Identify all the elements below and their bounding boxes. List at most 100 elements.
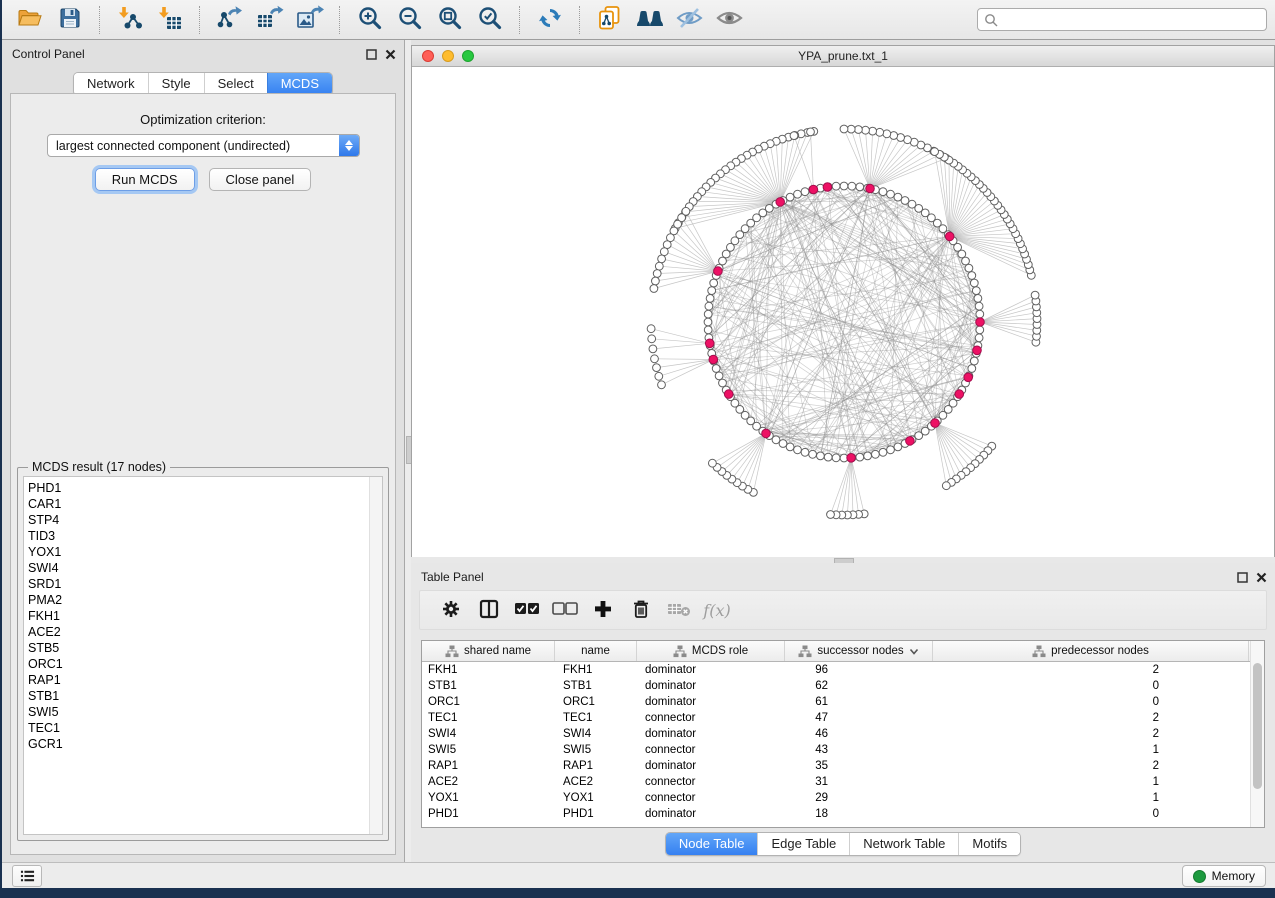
table-row[interactable]: PHD1PHD1dominator180 bbox=[422, 806, 1251, 822]
cell-shared_name: TEC1 bbox=[422, 712, 555, 724]
column-header-mcds_role[interactable]: MCDS role bbox=[637, 641, 785, 661]
mcds-result-list[interactable]: PHD1CAR1STP4TID3YOX1SWI4SRD1PMA2FKH1ACE2… bbox=[23, 476, 383, 835]
mcds-result-node[interactable]: FKH1 bbox=[24, 608, 382, 624]
mcds-result-node[interactable]: PHD1 bbox=[24, 480, 382, 496]
table-row[interactable]: RAP1RAP1dominator352 bbox=[422, 758, 1251, 774]
zoom-selected-button[interactable] bbox=[470, 3, 510, 37]
mcds-result-node[interactable]: ORC1 bbox=[24, 656, 382, 672]
network-graph[interactable] bbox=[412, 67, 1274, 557]
zoom-in-button[interactable] bbox=[350, 3, 390, 37]
search-field[interactable] bbox=[977, 8, 1267, 31]
mcds-result-node[interactable]: TEC1 bbox=[24, 720, 382, 736]
column-header-predecessor_nodes[interactable]: predecessor nodes bbox=[933, 641, 1249, 661]
import-network-button[interactable] bbox=[110, 3, 150, 37]
mcds-list-scrollbar[interactable] bbox=[369, 477, 382, 834]
mcds-result-node[interactable]: SWI4 bbox=[24, 560, 382, 576]
table-row[interactable]: YOX1YOX1connector291 bbox=[422, 790, 1251, 806]
mcds-result-node[interactable]: YOX1 bbox=[24, 544, 382, 560]
table-mode-button[interactable] bbox=[432, 594, 470, 626]
cell-predecessor_nodes: 2 bbox=[933, 728, 1249, 740]
cell-successor_nodes: 46 bbox=[785, 728, 933, 740]
import-table-button[interactable] bbox=[150, 3, 190, 37]
add-column-button[interactable] bbox=[584, 594, 622, 626]
main-toolbar bbox=[2, 0, 1275, 40]
select-all-button[interactable] bbox=[508, 594, 546, 626]
tab-select[interactable]: Select bbox=[204, 73, 267, 95]
column-header-name[interactable]: name bbox=[555, 641, 637, 661]
show-panels-button[interactable] bbox=[12, 865, 42, 887]
first-neighbors-button[interactable] bbox=[630, 3, 670, 37]
network-window-titlebar[interactable]: YPA_prune.txt_1 bbox=[412, 46, 1274, 67]
cell-successor_nodes: 47 bbox=[785, 712, 933, 724]
mcds-result-node[interactable]: STB1 bbox=[24, 688, 382, 704]
float-table-panel-icon[interactable] bbox=[1237, 570, 1248, 588]
node-table[interactable]: shared namenameMCDS rolesuccessor nodesp… bbox=[421, 640, 1265, 828]
table-row[interactable]: SWI5SWI5connector431 bbox=[422, 742, 1251, 758]
zoom-fit-button[interactable] bbox=[430, 3, 470, 37]
zoom-out-button[interactable] bbox=[390, 3, 430, 37]
mcds-hub-node bbox=[866, 184, 875, 193]
show-all-button[interactable] bbox=[710, 3, 750, 37]
mcds-hub-node bbox=[955, 390, 964, 399]
tab-edge-table[interactable]: Edge Table bbox=[757, 833, 849, 855]
close-panel-icon[interactable] bbox=[385, 47, 396, 65]
criterion-dropdown[interactable]: largest connected component (undirected) bbox=[47, 134, 360, 157]
table-row[interactable]: FKH1FKH1dominator962 bbox=[422, 662, 1251, 678]
mcds-result-node[interactable]: SWI5 bbox=[24, 704, 382, 720]
hide-selected-button[interactable] bbox=[670, 3, 710, 37]
run-mcds-button[interactable]: Run MCDS bbox=[95, 168, 195, 191]
refresh-layout-button[interactable] bbox=[530, 3, 570, 37]
cell-successor_nodes: 31 bbox=[785, 776, 933, 788]
table-row[interactable]: SWI4SWI4dominator462 bbox=[422, 726, 1251, 742]
table-row[interactable]: ORC1ORC1dominator610 bbox=[422, 694, 1251, 710]
table-row[interactable]: STB1STB1dominator620 bbox=[422, 678, 1251, 694]
column-header-successor_nodes[interactable]: successor nodes bbox=[785, 641, 933, 661]
mcds-result-node[interactable]: GCR1 bbox=[24, 736, 382, 752]
tab-motifs[interactable]: Motifs bbox=[958, 833, 1020, 855]
mcds-result-node[interactable]: CAR1 bbox=[24, 496, 382, 512]
mcds-result-node[interactable]: STP4 bbox=[24, 512, 382, 528]
column-header-shared_name[interactable]: shared name bbox=[422, 641, 555, 661]
cell-predecessor_nodes: 2 bbox=[933, 760, 1249, 772]
network-from-selection-button[interactable] bbox=[590, 3, 630, 37]
delete-columns-button[interactable] bbox=[622, 594, 660, 626]
refresh-icon bbox=[537, 5, 563, 34]
table-row[interactable]: TEC1TEC1connector472 bbox=[422, 710, 1251, 726]
control-panel-title: Control Panel bbox=[12, 47, 85, 61]
mcds-result-node[interactable]: STB5 bbox=[24, 640, 382, 656]
mcds-result-node[interactable]: PMA2 bbox=[24, 592, 382, 608]
cell-predecessor_nodes: 1 bbox=[933, 776, 1249, 788]
memory-button[interactable]: Memory bbox=[1182, 865, 1266, 887]
cell-name: YOX1 bbox=[555, 792, 637, 804]
cell-shared_name: RAP1 bbox=[422, 760, 555, 772]
float-panel-icon[interactable] bbox=[366, 47, 377, 65]
open-session-button[interactable] bbox=[10, 3, 50, 37]
close-table-panel-icon[interactable] bbox=[1256, 570, 1267, 588]
export-network-button[interactable] bbox=[210, 3, 250, 37]
search-input[interactable] bbox=[1003, 12, 1260, 28]
cell-mcds_role: dominator bbox=[637, 680, 785, 692]
table-scrollbar[interactable] bbox=[1250, 641, 1264, 827]
table-tabs: Node TableEdge TableNetwork TableMotifs bbox=[665, 832, 1021, 856]
table-row[interactable]: ACE2ACE2connector311 bbox=[422, 774, 1251, 790]
cell-successor_nodes: 62 bbox=[785, 680, 933, 692]
tab-network-table[interactable]: Network Table bbox=[849, 833, 958, 855]
mcds-result-node[interactable]: TID3 bbox=[24, 528, 382, 544]
tab-network[interactable]: Network bbox=[74, 73, 148, 95]
mcds-result-node[interactable]: RAP1 bbox=[24, 672, 382, 688]
memory-label: Memory bbox=[1212, 869, 1255, 883]
export-table-button[interactable] bbox=[250, 3, 290, 37]
mcds-result-node[interactable]: SRD1 bbox=[24, 576, 382, 592]
deselect-all-button[interactable] bbox=[546, 594, 584, 626]
export-image-icon bbox=[296, 5, 324, 34]
close-panel-button[interactable]: Close panel bbox=[209, 168, 312, 191]
tab-node-table[interactable]: Node Table bbox=[666, 833, 758, 855]
table-scrollbar-thumb[interactable] bbox=[1253, 663, 1262, 789]
show-columns-button[interactable] bbox=[470, 594, 508, 626]
export-image-button[interactable] bbox=[290, 3, 330, 37]
save-session-button[interactable] bbox=[50, 3, 90, 37]
network-canvas[interactable] bbox=[412, 67, 1274, 557]
mcds-result-node[interactable]: ACE2 bbox=[24, 624, 382, 640]
tab-style[interactable]: Style bbox=[148, 73, 204, 95]
tab-mcds[interactable]: MCDS bbox=[267, 73, 332, 95]
